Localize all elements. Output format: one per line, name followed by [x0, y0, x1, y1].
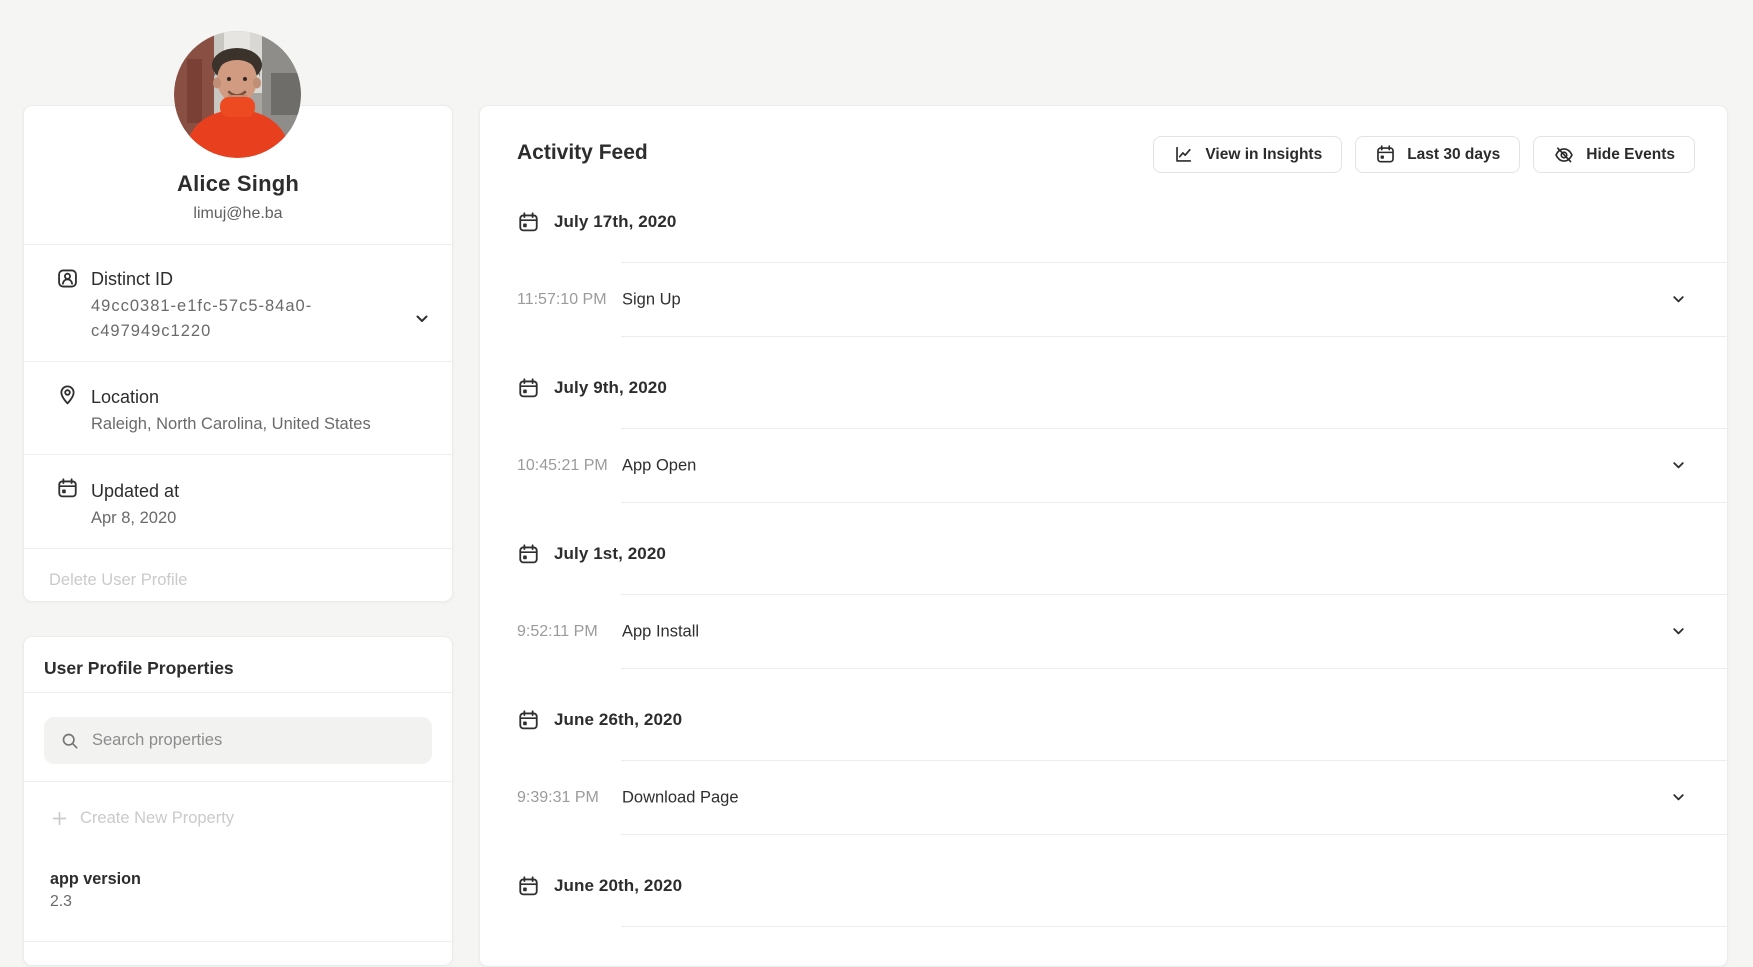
event-expand-button[interactable]: [1670, 291, 1687, 308]
divider: [621, 502, 1727, 503]
location-value: Raleigh, North Carolina, United States: [91, 412, 371, 437]
date-range-label: Last 30 days: [1407, 146, 1500, 164]
create-new-property-button[interactable]: Create New Property: [50, 806, 234, 830]
event-row[interactable]: 9:52:11 PM App Install: [480, 595, 1727, 668]
divider: [24, 941, 452, 942]
user-profile-properties-card: User Profile Properties Create New Prope…: [23, 636, 453, 966]
feed-toolbar: View in Insights Last 30 days Hide Event…: [1153, 136, 1695, 173]
date-range-button[interactable]: Last 30 days: [1355, 136, 1520, 173]
event-expand-button[interactable]: [1670, 789, 1687, 806]
event-time: 10:45:21 PM: [517, 457, 608, 475]
activity-feed-title: Activity Feed: [517, 139, 648, 167]
calendar-icon: [517, 543, 540, 566]
user-email: limuj@he.ba: [24, 203, 452, 225]
plus-icon: [50, 809, 69, 828]
divider: [24, 244, 452, 245]
feed-group: July 17th, 2020 11:57:10 PM Sign Up: [480, 200, 1727, 337]
feed-date-label: July 1st, 2020: [554, 544, 666, 564]
search-properties-input[interactable]: [90, 717, 420, 764]
feed-date-header: July 17th, 2020: [480, 200, 1727, 244]
feed-date-header: June 20th, 2020: [480, 864, 1727, 908]
event-name: App Open: [622, 456, 696, 475]
feed-date-label: July 17th, 2020: [554, 212, 676, 232]
calendar-icon: [517, 211, 540, 234]
feed-date-label: July 9th, 2020: [554, 378, 667, 398]
calendar-icon: [517, 377, 540, 400]
feed-group: June 26th, 2020 9:39:31 PM Download Page: [480, 698, 1727, 835]
distinct-id-label: Distinct ID: [91, 268, 173, 291]
view-in-insights-label: View in Insights: [1205, 146, 1322, 164]
hide-events-button[interactable]: Hide Events: [1533, 136, 1695, 173]
location-pin-icon: [56, 383, 79, 406]
feed-date-label: June 26th, 2020: [554, 710, 682, 730]
properties-title: User Profile Properties: [44, 655, 234, 681]
property-name: app version: [50, 867, 141, 891]
search-icon: [59, 730, 81, 752]
calendar-icon: [517, 709, 540, 732]
divider: [24, 548, 452, 549]
event-time: 9:39:31 PM: [517, 789, 599, 807]
divider: [24, 361, 452, 362]
avatar: [174, 31, 301, 158]
feed-group: June 20th, 2020: [480, 864, 1727, 927]
activity-feed-card: Activity Feed View in Insights Last 30 d…: [479, 105, 1728, 967]
chevron-down-icon: [1670, 291, 1687, 308]
chevron-down-icon: [413, 310, 431, 328]
divider: [24, 454, 452, 455]
location-label: Location: [91, 386, 159, 409]
feed-date-header: July 9th, 2020: [480, 366, 1727, 410]
event-time: 11:57:10 PM: [517, 291, 607, 309]
divider: [621, 834, 1727, 835]
event-name: App Install: [622, 622, 699, 641]
divider: [621, 926, 1727, 927]
create-new-property-label: Create New Property: [80, 806, 234, 830]
event-expand-button[interactable]: [1670, 457, 1687, 474]
feed-date-label: June 20th, 2020: [554, 876, 682, 896]
avatar-photo: [174, 31, 301, 158]
delete-user-profile-button[interactable]: Delete User Profile: [49, 568, 187, 592]
event-time: 9:52:11 PM: [517, 623, 598, 641]
event-row[interactable]: 11:57:10 PM Sign Up: [480, 263, 1727, 336]
search-properties-box: [44, 717, 432, 764]
divider: [24, 692, 452, 693]
user-profile-card: Alice Singh limuj@he.ba Distinct ID 49cc…: [23, 105, 453, 602]
feed-date-header: June 26th, 2020: [480, 698, 1727, 742]
divider: [621, 668, 1727, 669]
view-in-insights-button[interactable]: View in Insights: [1153, 136, 1342, 173]
id-card-icon: [56, 267, 79, 290]
distinct-id-expand-button[interactable]: [413, 310, 431, 328]
feed-group: July 1st, 2020 9:52:11 PM App Install: [480, 532, 1727, 669]
divider: [24, 781, 452, 782]
feed-group: July 9th, 2020 10:45:21 PM App Open: [480, 366, 1727, 503]
feed-date-header: July 1st, 2020: [480, 532, 1727, 576]
calendar-icon: [1375, 144, 1396, 165]
event-name: Download Page: [622, 788, 739, 807]
updated-at-label: Updated at: [91, 480, 179, 503]
chevron-down-icon: [1670, 457, 1687, 474]
calendar-icon: [56, 477, 79, 500]
event-expand-button[interactable]: [1670, 623, 1687, 640]
eye-off-icon: [1553, 144, 1575, 166]
user-name: Alice Singh: [24, 170, 452, 198]
chevron-down-icon: [1670, 623, 1687, 640]
calendar-icon: [517, 875, 540, 898]
event-name: Sign Up: [622, 290, 681, 309]
insights-icon: [1173, 144, 1194, 165]
event-row[interactable]: 10:45:21 PM App Open: [480, 429, 1727, 502]
divider: [621, 336, 1727, 337]
chevron-down-icon: [1670, 789, 1687, 806]
event-row[interactable]: 9:39:31 PM Download Page: [480, 761, 1727, 834]
distinct-id-value: 49cc0381-e1fc-57c5-84a0-c497949c1220: [91, 294, 399, 344]
hide-events-label: Hide Events: [1586, 146, 1675, 164]
updated-at-value: Apr 8, 2020: [91, 506, 176, 531]
property-value: 2.3: [50, 891, 72, 913]
